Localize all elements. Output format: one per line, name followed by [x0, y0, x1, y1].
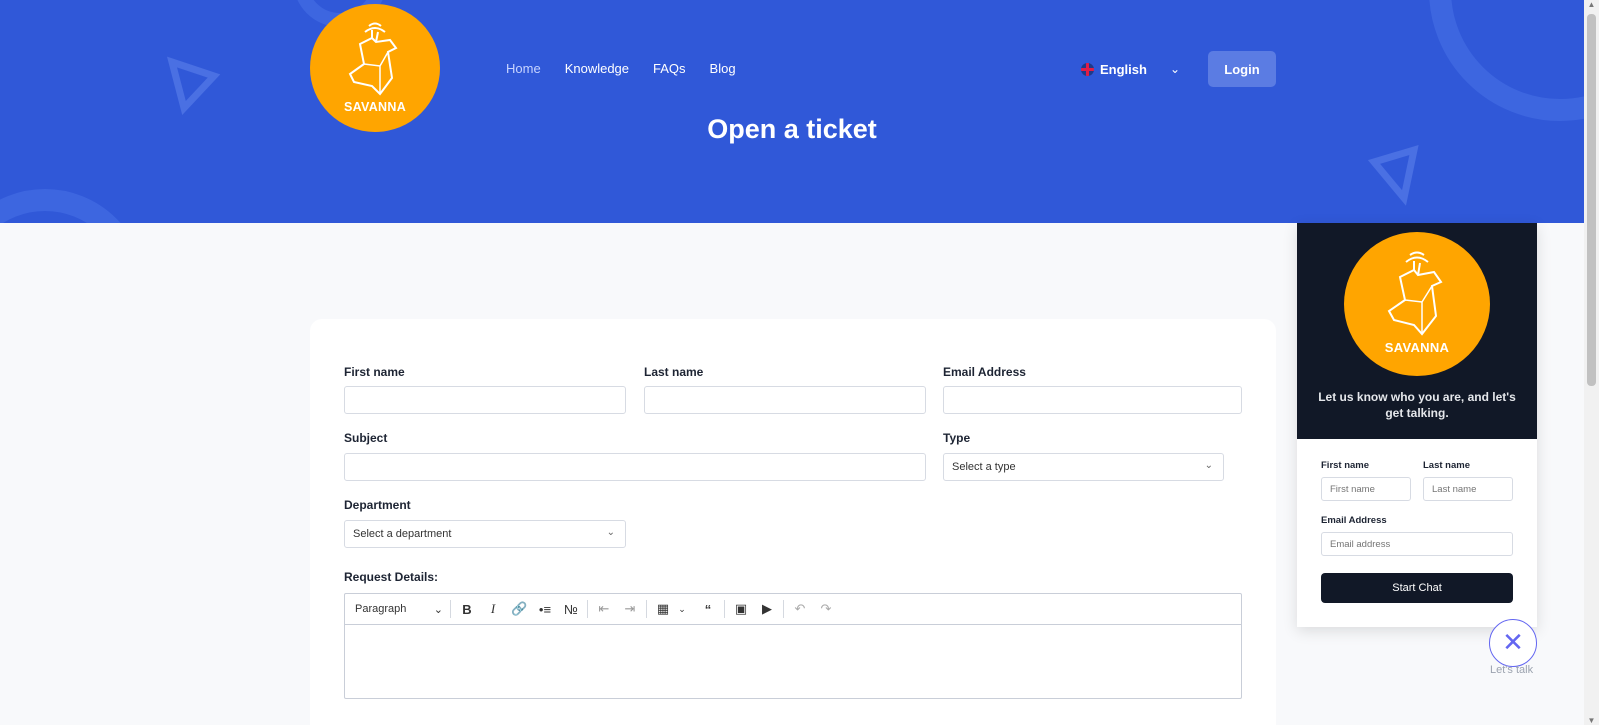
- type-select-value: Select a type: [952, 461, 1016, 473]
- scroll-down-icon[interactable]: ▼: [1584, 716, 1599, 725]
- numbered-list-icon[interactable]: №: [563, 602, 579, 617]
- savanna-logo[interactable]: SAVANNA: [310, 4, 440, 132]
- undo-icon[interactable]: ↶: [792, 601, 808, 617]
- chat-email-input[interactable]: [1321, 532, 1513, 556]
- indent-icon[interactable]: ⇥: [622, 601, 638, 617]
- chat-intro-text: Let us know who you are, and let's get t…: [1318, 390, 1516, 420]
- chat-first-name-input[interactable]: [1321, 477, 1411, 501]
- logo-text: SAVANNA: [343, 100, 407, 114]
- start-chat-button[interactable]: Start Chat: [1321, 573, 1513, 603]
- last-name-input[interactable]: [644, 386, 926, 414]
- chat-savanna-logo: SAVANNA: [1344, 232, 1490, 376]
- table-icon[interactable]: ▦: [655, 601, 671, 617]
- nav-blog[interactable]: Blog: [710, 61, 736, 76]
- type-select[interactable]: Select a type ⌄: [943, 453, 1224, 481]
- first-name-input[interactable]: [344, 386, 626, 414]
- type-label: Type: [943, 431, 971, 445]
- paragraph-label: Paragraph: [355, 602, 407, 615]
- email-input[interactable]: [943, 386, 1242, 414]
- email-label: Email Address: [943, 365, 1026, 379]
- chat-logo-text: SAVANNA: [1384, 340, 1450, 355]
- request-details-label: Request Details:: [344, 570, 439, 584]
- close-icon: ✕: [1502, 627, 1524, 657]
- toolbar-divider: [646, 600, 647, 618]
- italic-icon[interactable]: I: [485, 601, 501, 617]
- toolbar-divider: [724, 600, 725, 618]
- rich-text-editor: Paragraph ⌄ B I 🔗 •≡ № ⇤ ⇥ ▦ ⌄ “ ▣ ▶ ↶ ↷: [344, 593, 1242, 699]
- page-scrollbar[interactable]: ▲ ▼: [1584, 0, 1599, 725]
- page-title: Open a ticket: [707, 114, 877, 144]
- toolbar-divider: [587, 600, 588, 618]
- department-select-value: Select a department: [353, 528, 452, 540]
- media-embed-icon[interactable]: ▶: [759, 601, 775, 617]
- editor-toolbar: Paragraph ⌄ B I 🔗 •≡ № ⇤ ⇥ ▦ ⌄ “ ▣ ▶ ↶ ↷: [345, 594, 1241, 625]
- giraffe-icon: [1387, 251, 1443, 336]
- chevron-down-icon: ⌄: [433, 603, 443, 616]
- paragraph-dropdown[interactable]: Paragraph ⌄: [351, 603, 447, 616]
- chat-last-name-input[interactable]: [1423, 477, 1513, 501]
- lets-talk-label: Let's talk: [1490, 664, 1534, 676]
- hero-banner: SAVANNA Home Knowledge FAQs Blog English…: [0, 0, 1584, 223]
- first-name-label: First name: [344, 365, 405, 379]
- scroll-up-icon[interactable]: ▲: [1584, 0, 1599, 9]
- chevron-down-icon[interactable]: ⌄: [674, 604, 690, 615]
- outdent-icon[interactable]: ⇤: [596, 601, 612, 617]
- giraffe-icon: [348, 22, 398, 96]
- language-label: English: [1100, 62, 1147, 77]
- chat-header: SAVANNA Let us know who you are, and let…: [1297, 223, 1537, 439]
- chat-widget: SAVANNA Let us know who you are, and let…: [1297, 223, 1537, 627]
- blockquote-icon[interactable]: “: [700, 602, 716, 617]
- link-icon[interactable]: 🔗: [511, 601, 527, 617]
- chevron-down-icon: ⌄: [1204, 460, 1213, 471]
- close-chat-button[interactable]: ✕: [1489, 619, 1537, 667]
- toolbar-divider: [450, 600, 451, 618]
- chevron-down-icon[interactable]: ⌄: [1170, 62, 1180, 76]
- uk-flag-icon: [1081, 63, 1094, 76]
- image-upload-icon[interactable]: ▣: [733, 601, 749, 617]
- decorative-shapes: [0, 0, 1584, 223]
- nav-knowledge[interactable]: Knowledge: [565, 61, 629, 76]
- bulleted-list-icon[interactable]: •≡: [537, 602, 553, 617]
- nav-faqs[interactable]: FAQs: [653, 61, 686, 76]
- department-select[interactable]: Select a department ⌄: [344, 520, 626, 548]
- chat-email-label: Email Address: [1321, 515, 1387, 526]
- redo-icon[interactable]: ↷: [818, 601, 834, 617]
- bold-icon[interactable]: B: [459, 602, 475, 617]
- chat-last-name-label: Last name: [1423, 460, 1470, 471]
- main-nav: Home Knowledge FAQs Blog: [506, 61, 760, 76]
- language-selector[interactable]: English: [1081, 62, 1147, 77]
- last-name-label: Last name: [644, 365, 704, 379]
- subject-input[interactable]: [344, 453, 926, 481]
- chevron-down-icon: ⌄: [606, 527, 615, 538]
- department-label: Department: [344, 498, 411, 512]
- nav-home[interactable]: Home: [506, 61, 541, 76]
- subject-label: Subject: [344, 431, 388, 445]
- chat-first-name-label: First name: [1321, 460, 1370, 471]
- login-button[interactable]: Login: [1208, 51, 1276, 87]
- editor-content-area[interactable]: [345, 625, 1241, 698]
- toolbar-divider: [783, 600, 784, 618]
- scrollbar-thumb[interactable]: [1587, 14, 1596, 386]
- ticket-form-card: First name Last name Email Address Subje…: [310, 319, 1276, 725]
